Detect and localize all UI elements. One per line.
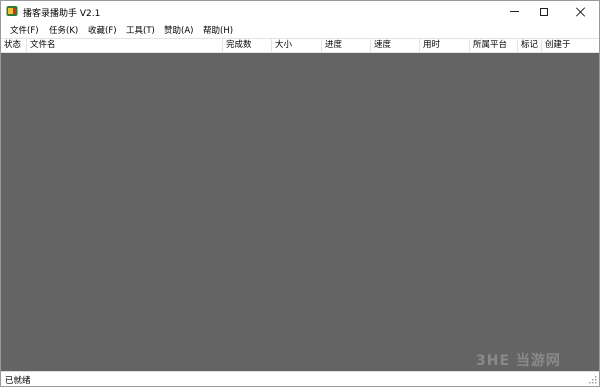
column-header-progress[interactable]: 进度 xyxy=(322,39,371,52)
column-header-size[interactable]: 大小 xyxy=(272,39,322,52)
column-header-platform[interactable]: 所属平台 xyxy=(470,39,518,52)
close-icon xyxy=(576,7,586,17)
app-window: 播客录播助手 V2.1 文件(F) 任务(K) 收藏(F) 工具(T) 赞助(A… xyxy=(0,0,600,387)
watermark: 3HE 当游网 xyxy=(476,353,561,369)
minimize-icon xyxy=(509,11,519,12)
maximize-button[interactable] xyxy=(529,1,559,22)
app-icon xyxy=(6,6,18,16)
menu-help[interactable]: 帮助(H) xyxy=(203,24,233,36)
column-header-completed[interactable]: 完成数 xyxy=(223,39,272,52)
menu-favorites[interactable]: 收藏(F) xyxy=(88,24,117,36)
menu-tools[interactable]: 工具(T) xyxy=(126,24,155,36)
column-header-filename[interactable]: 文件名 xyxy=(27,39,223,52)
task-list[interactable] xyxy=(1,53,599,371)
menu-file[interactable]: 文件(F) xyxy=(10,24,39,36)
status-bar: 已就绪 xyxy=(1,371,599,386)
status-text: 已就绪 xyxy=(5,376,31,386)
menu-bar: 文件(F) 任务(K) 收藏(F) 工具(T) 赞助(A) 帮助(H) xyxy=(1,22,599,38)
column-header-elapsed[interactable]: 用时 xyxy=(420,39,470,52)
column-header-created[interactable]: 创建于 xyxy=(542,39,599,52)
resize-grip-icon[interactable] xyxy=(589,376,597,384)
menu-sponsor[interactable]: 赞助(A) xyxy=(164,24,193,36)
column-header-status[interactable]: 状态 xyxy=(1,39,27,52)
maximize-icon xyxy=(540,7,548,16)
column-header-speed[interactable]: 速度 xyxy=(371,39,420,52)
window-title: 播客录播助手 V2.1 xyxy=(23,9,101,19)
column-header-mark[interactable]: 标记 xyxy=(518,39,542,52)
table-header: 状态 文件名 完成数 大小 进度 速度 用时 所属平台 标记 创建于 xyxy=(1,38,599,53)
close-button[interactable] xyxy=(566,1,596,22)
minimize-button[interactable] xyxy=(499,1,529,22)
menu-task[interactable]: 任务(K) xyxy=(49,24,78,36)
title-bar[interactable]: 播客录播助手 V2.1 xyxy=(1,1,599,22)
